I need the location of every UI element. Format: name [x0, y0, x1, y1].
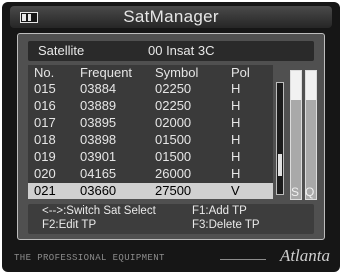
signal-quality-fill	[306, 71, 316, 101]
row-symbol: 02250	[155, 98, 192, 113]
signal-strength-bar	[290, 70, 302, 200]
row-no: 016	[34, 98, 56, 113]
row-polarity: H	[231, 132, 241, 147]
row-symbol: 02000	[155, 115, 192, 130]
help-delete-tp: F3:Delete TP	[192, 219, 260, 231]
column-header-symbol: Symbol	[155, 65, 199, 80]
row-frequency: 03889	[80, 98, 117, 113]
table-row[interactable]: 020 04165 26000 H	[28, 166, 273, 182]
list-header: No. Frequent Symbol Pol	[28, 65, 273, 81]
main-panel: Satellite 00 Insat 3C No. Frequent Symbo…	[17, 33, 325, 240]
signal-quality-bar	[305, 70, 317, 200]
row-frequency: 03884	[80, 81, 117, 96]
column-header-no: No.	[34, 65, 55, 80]
sat-manager-screen: SatManager Satellite 00 Insat 3C No. Fre…	[2, 2, 340, 272]
scrollbar-thumb[interactable]	[278, 154, 282, 176]
table-row[interactable]: 016 03889 02250 H	[28, 98, 273, 114]
help-add-tp: F1:Add TP	[192, 205, 247, 217]
row-no: 019	[34, 149, 56, 164]
row-symbol: 01500	[155, 149, 192, 164]
brand-logo: Atlanta	[279, 246, 330, 265]
satellite-selector[interactable]: Satellite 00 Insat 3C	[28, 41, 314, 61]
row-symbol: 27500	[155, 183, 192, 198]
row-polarity: V	[231, 183, 240, 198]
key-help-box: <-->:Switch Sat Select F1:Add TP F2:Edit…	[28, 204, 314, 234]
list-scrollbar[interactable]	[276, 82, 284, 195]
table-row[interactable]: 018 03898 01500 H	[28, 132, 273, 148]
table-row[interactable]: 019 03901 01500 H	[28, 149, 273, 165]
title-bar: SatManager	[10, 6, 332, 28]
table-row[interactable]: 017 03895 02000 H	[28, 115, 273, 131]
row-symbol: 01500	[155, 132, 192, 147]
table-row[interactable]: 015 03884 02250 H	[28, 81, 273, 97]
row-no: 020	[34, 166, 56, 181]
column-header-pol: Pol	[231, 65, 250, 80]
transponder-list: No. Frequent Symbol Pol 015 03884 02250 …	[28, 65, 273, 199]
satellite-value[interactable]: 00 Insat 3C	[148, 43, 215, 58]
row-no: 021	[34, 183, 56, 198]
column-header-frequent: Frequent	[80, 65, 133, 80]
row-frequency: 03660	[80, 183, 117, 198]
footer-divider	[220, 259, 266, 260]
footer-tagline: THE PROFESSIONAL EQUIPMENT	[14, 253, 165, 263]
help-edit-tp: F2:Edit TP	[42, 219, 97, 231]
row-polarity: H	[231, 115, 241, 130]
quality-label: Q	[305, 185, 315, 199]
signal-strength-fill	[291, 71, 301, 101]
row-frequency: 03895	[80, 115, 117, 130]
row-symbol: 02250	[155, 81, 192, 96]
row-frequency: 03901	[80, 149, 117, 164]
strength-label: S	[291, 185, 300, 199]
page-title: SatManager	[123, 7, 219, 26]
row-polarity: H	[231, 166, 241, 181]
row-no: 017	[34, 115, 56, 130]
table-row-selected[interactable]: 021 03660 27500 V	[28, 183, 273, 199]
row-no: 015	[34, 81, 56, 96]
row-polarity: H	[231, 98, 241, 113]
row-frequency: 04165	[80, 166, 117, 181]
row-symbol: 26000	[155, 166, 192, 181]
row-no: 018	[34, 132, 56, 147]
help-switch-sat: <-->:Switch Sat Select	[42, 205, 156, 217]
row-polarity: H	[231, 149, 241, 164]
satellite-label: Satellite	[38, 43, 85, 58]
row-frequency: 03898	[80, 132, 117, 147]
row-polarity: H	[231, 81, 241, 96]
